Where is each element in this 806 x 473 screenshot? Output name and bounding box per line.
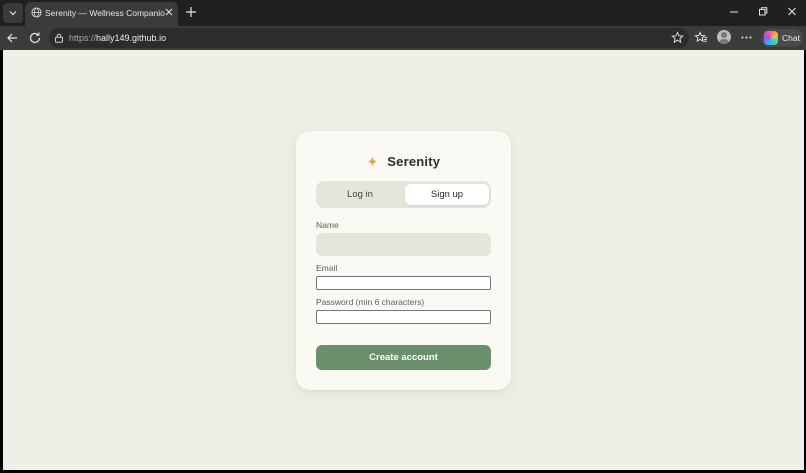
restore-icon[interactable] [758, 6, 768, 18]
site-info-icon[interactable] [54, 33, 64, 43]
more-icon[interactable] [740, 31, 753, 44]
refresh-icon[interactable] [29, 31, 42, 45]
tab-strip: Serenity — Wellness Companion [0, 0, 806, 26]
auth-mode-switch: Log in Sign up [316, 181, 491, 208]
brand: Serenity [296, 153, 511, 171]
brand-name: Serenity [387, 154, 441, 170]
address-bar[interactable]: https://hally149.github.io [49, 28, 689, 48]
url-text: https://hally149.github.io [69, 33, 166, 43]
tab-log-in[interactable]: Log in [318, 184, 402, 205]
copilot-icon [764, 31, 778, 45]
tab-title: Serenity — Wellness Companion [45, 8, 165, 18]
page-viewport: Serenity Log in Sign up Name Email Passw… [3, 50, 804, 470]
back-arrow-icon[interactable] [6, 31, 19, 45]
window-close-icon[interactable] [787, 6, 797, 18]
password-field[interactable] [316, 310, 491, 324]
url-host: hally149.github.io [96, 33, 167, 43]
star-icon[interactable] [671, 31, 684, 44]
close-icon[interactable] [164, 7, 174, 17]
url-scheme: https:// [69, 33, 97, 43]
auth-card: Serenity Log in Sign up Name Email Passw… [296, 131, 511, 390]
plus-icon[interactable] [184, 5, 198, 19]
password-label: Password (min 6 characters) [316, 297, 425, 307]
name-field[interactable] [316, 233, 491, 256]
globe-icon [31, 7, 42, 18]
profile-icon[interactable] [717, 30, 731, 44]
active-tab[interactable]: Serenity — Wellness Companion [25, 2, 178, 26]
email-label: Email [316, 263, 338, 273]
tab-list-icon [9, 11, 17, 16]
browser-toolbar: https://hally149.github.io Chat [0, 26, 806, 50]
tab-list-button[interactable] [3, 3, 23, 23]
create-account-button[interactable]: Create account [316, 345, 491, 370]
email-field[interactable] [316, 276, 491, 290]
tab-sign-up[interactable]: Sign up [405, 184, 489, 205]
name-label: Name [316, 220, 339, 230]
copilot-chat-button[interactable]: Chat [761, 29, 803, 47]
sparkle-icon [367, 156, 378, 167]
chat-label: Chat [782, 33, 800, 43]
minimize-icon[interactable] [729, 6, 739, 18]
favorites-icon[interactable] [694, 31, 708, 44]
